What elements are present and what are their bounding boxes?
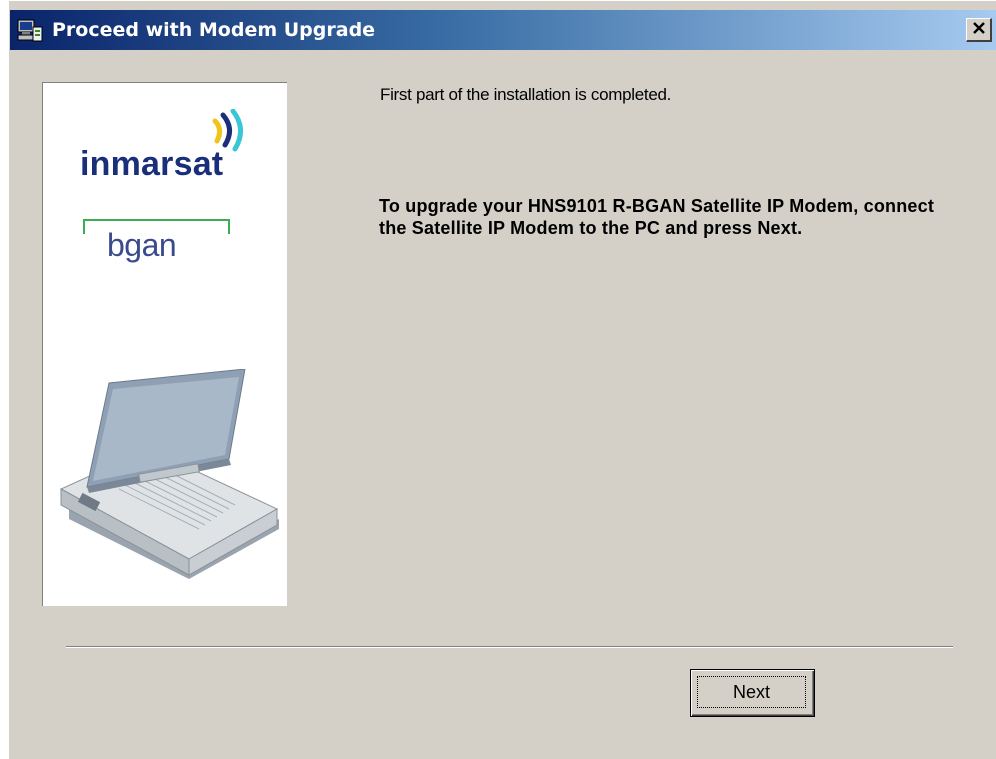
upgrade-dialog: Proceed with Modem Upgrade inmarsat bgan xyxy=(8,0,996,759)
next-button[interactable]: Next xyxy=(690,669,815,717)
branding-panel: inmarsat bgan xyxy=(42,82,287,606)
close-icon xyxy=(972,21,986,39)
setup-computer-icon xyxy=(16,18,44,44)
inmarsat-logo: inmarsat xyxy=(80,145,224,183)
close-button[interactable] xyxy=(966,18,992,42)
bgan-logo: bgan xyxy=(107,227,177,263)
upgrade-instruction-text: To upgrade your HNS9101 R-BGAN Satellite… xyxy=(379,196,935,238)
satellite-modem-image xyxy=(49,368,281,589)
window-title: Proceed with Modem Upgrade xyxy=(52,19,376,41)
next-button-label: Next xyxy=(697,676,806,708)
installation-status-text: First part of the installation is comple… xyxy=(380,85,672,104)
title-bar[interactable]: Proceed with Modem Upgrade xyxy=(10,10,996,50)
separator-line xyxy=(66,646,953,648)
